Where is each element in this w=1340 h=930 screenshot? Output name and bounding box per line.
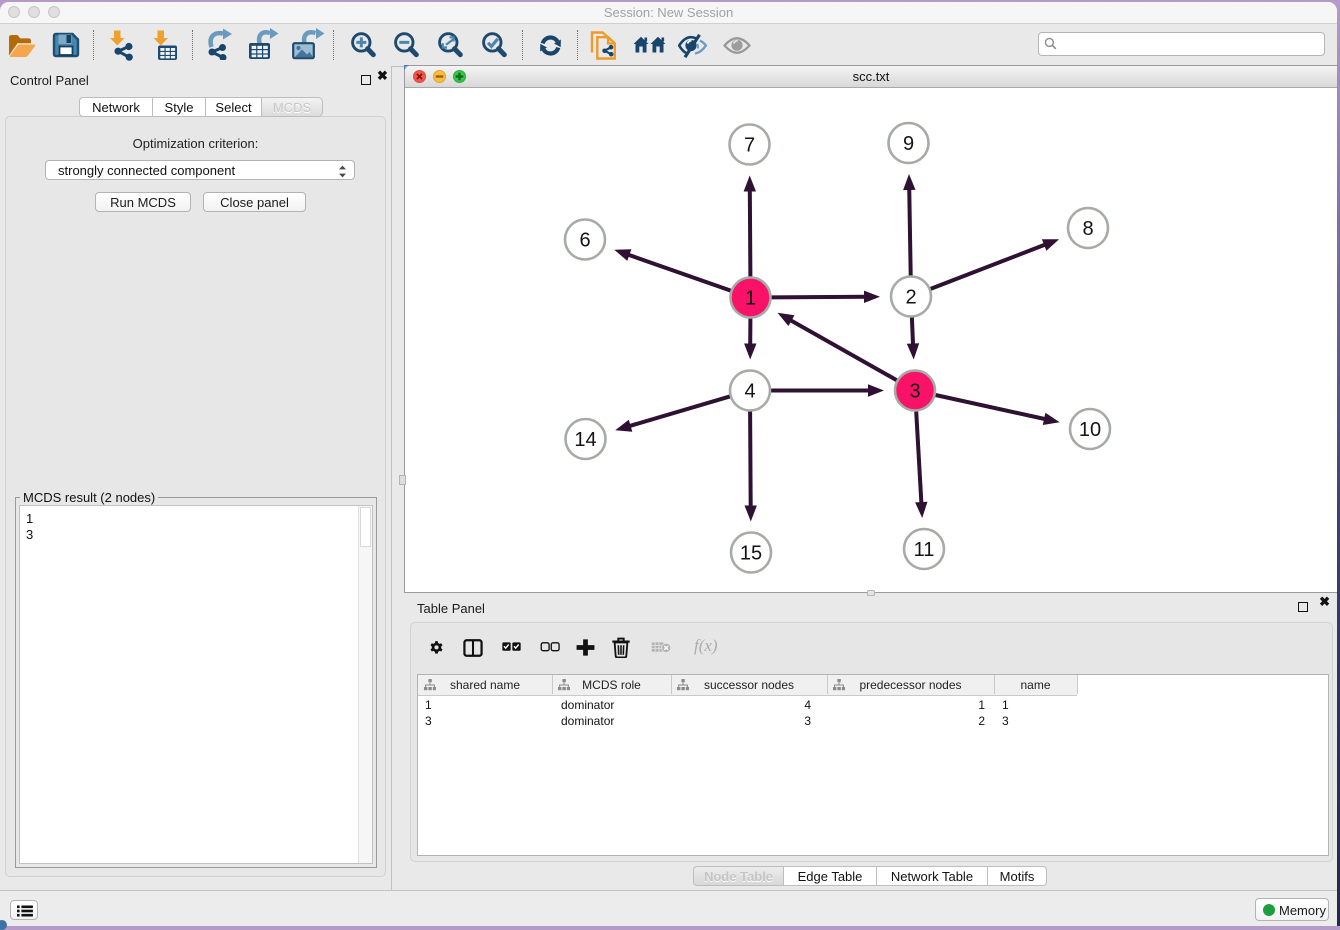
svg-text:8: 8 [1082, 218, 1093, 240]
svg-text:7: 7 [744, 135, 755, 157]
svg-text:15: 15 [740, 543, 762, 565]
svg-text:1: 1 [745, 288, 756, 310]
svg-text:11: 11 [914, 539, 935, 561]
svg-text:3: 3 [909, 381, 920, 403]
svg-text:10: 10 [1079, 419, 1101, 441]
svg-text:4: 4 [744, 381, 755, 403]
svg-text:14: 14 [574, 429, 596, 451]
svg-text:9: 9 [903, 133, 914, 155]
svg-text:2: 2 [905, 287, 916, 309]
svg-text:6: 6 [579, 230, 590, 252]
